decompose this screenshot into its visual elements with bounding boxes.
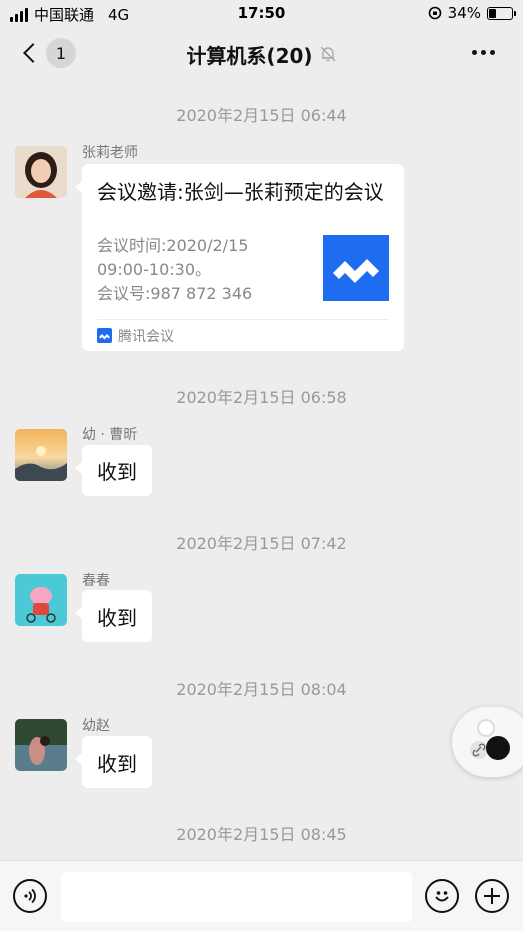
avatar-image (15, 146, 67, 198)
avatar-image (15, 719, 67, 771)
chevron-left-icon (23, 43, 43, 63)
bell-slash-icon (320, 46, 336, 62)
timestamp: 2020年2月15日 06:58 (176, 388, 347, 407)
sender-name: 春春 (82, 573, 110, 589)
meeting-card[interactable]: 会议邀请:张剑—张莉预定的会议 会议时间:2020/2/15 09:00-10:… (75, 164, 404, 351)
input-bar (0, 860, 523, 931)
floating-avatar-icon (477, 719, 495, 737)
timestamp: 2020年2月15日 08:45 (176, 825, 347, 844)
status-right: 34% (428, 4, 516, 22)
card-source: 腾讯会议 (118, 328, 174, 345)
plus-icon[interactable] (475, 879, 509, 913)
timestamp: 2020年2月15日 06:44 (176, 106, 347, 125)
avatar[interactable] (15, 429, 67, 481)
message-bubble[interactable]: 收到 (75, 590, 152, 642)
nav-bar: 1 计算机系(20) (0, 28, 523, 80)
avatar[interactable] (15, 574, 67, 626)
card-desc-line: 会议时间:2020/2/15 (97, 236, 249, 255)
message-text: 收到 (97, 605, 137, 630)
message-input[interactable] (61, 872, 412, 922)
message-text: 收到 (97, 751, 137, 776)
message-text: 收到 (97, 460, 137, 484)
tencent-meeting-logo-icon (323, 235, 389, 301)
more-dots-icon[interactable] (472, 50, 495, 55)
sender-name: 幼 · 曹昕 (82, 427, 138, 443)
chat-title: 计算机系(20) (186, 43, 313, 68)
status-bar: 中国联通 4G 17:50 34% (0, 0, 523, 28)
card-desc-line: 09:00-10:30。 (97, 260, 211, 279)
battery-percent: 34% (447, 4, 481, 22)
card-footer: 腾讯会议 (97, 319, 389, 351)
chat-area[interactable]: 2020年2月15日 06:44 张莉老师 会议邀请:张剑—张莉预定的会议 会议… (0, 80, 523, 860)
battery-icon (487, 6, 516, 20)
card-description: 会议时间:2020/2/15 09:00-10:30。 会议号:987 872 … (97, 234, 307, 306)
unread-badge: 1 (46, 38, 76, 68)
sender-name: 张莉老师 (82, 145, 138, 161)
voice-icon[interactable] (13, 879, 47, 913)
timestamp: 2020年2月15日 08:04 (176, 680, 347, 699)
chat-title-wrap[interactable]: 计算机系(20) (186, 40, 336, 69)
timestamp: 2020年2月15日 07:42 (176, 534, 347, 553)
back-button[interactable]: 1 (20, 38, 76, 68)
floating-window-widget[interactable] (452, 707, 523, 777)
message-bubble[interactable]: 收到 (75, 445, 152, 496)
avatar[interactable] (15, 146, 67, 198)
sender-name: 幼赵 (82, 718, 110, 734)
battery-level (489, 8, 497, 18)
avatar[interactable] (15, 719, 67, 771)
avatar-image (15, 429, 67, 481)
avatar-image (15, 574, 67, 626)
card-desc-line: 会议号:987 872 346 (97, 284, 253, 303)
tencent-meeting-icon (97, 328, 112, 343)
floating-app-icon (486, 736, 510, 760)
emoji-icon[interactable] (425, 879, 459, 913)
rotation-lock-icon (428, 6, 441, 20)
card-title: 会议邀请:张剑—张莉预定的会议 (97, 180, 384, 204)
message-bubble[interactable]: 收到 (75, 736, 152, 788)
